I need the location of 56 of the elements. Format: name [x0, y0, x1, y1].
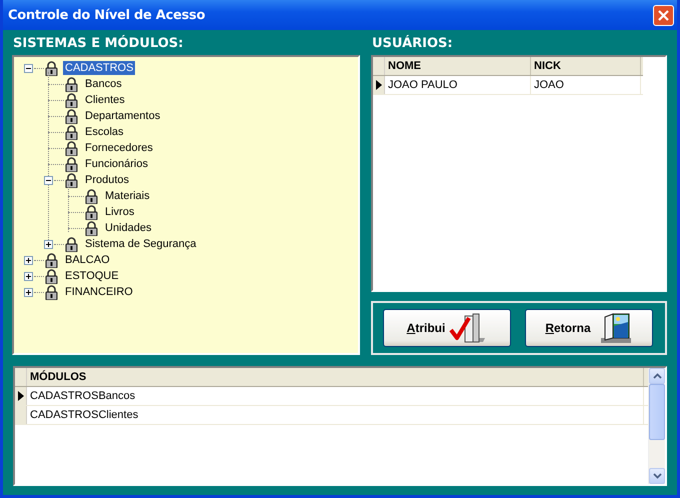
tree-item[interactable]: Unidades	[103, 221, 154, 235]
scrollbar[interactable]	[648, 368, 665, 484]
padlock-icon	[44, 60, 59, 76]
window-title: Controle do Nível de Acesso	[8, 8, 205, 22]
padlock-icon	[44, 252, 59, 268]
tree-item[interactable]: Clientes	[83, 93, 127, 107]
padlock-icon	[64, 108, 79, 124]
table-cell: CADASTROSClientes	[27, 406, 644, 424]
tree-item[interactable]: Materiais	[103, 189, 152, 203]
scroll-up-button[interactable]	[649, 368, 665, 384]
expand-icon[interactable]	[24, 256, 33, 264]
padlock-icon	[64, 140, 79, 156]
padlock-icon	[64, 172, 79, 188]
close-icon	[657, 8, 670, 22]
tree-item[interactable]: Produtos	[83, 173, 132, 187]
section-label: USUÁRIOS:	[371, 35, 454, 53]
padlock-icon	[84, 220, 99, 236]
tree-item[interactable]: FINANCEIRO	[63, 285, 135, 299]
expand-icon[interactable]	[44, 240, 53, 248]
return-button[interactable]: Retorna	[525, 309, 653, 347]
column-header[interactable]: NOME	[385, 57, 531, 75]
close-button[interactable]	[653, 4, 674, 26]
padlock-icon	[44, 284, 59, 300]
collapse-icon[interactable]	[44, 176, 53, 184]
tree-item[interactable]: ESTOQUE	[63, 269, 121, 283]
table-cell: JOAO PAULO	[385, 76, 531, 94]
padlock-icon	[44, 268, 59, 284]
table-cell: JOAO	[531, 76, 641, 94]
tree-item[interactable]: Fornecedores	[83, 141, 155, 155]
padlock-icon	[84, 204, 99, 220]
current-row-icon	[376, 80, 382, 90]
tree-item[interactable]: Funcionários	[83, 157, 150, 171]
tree-item[interactable]: Livros	[103, 205, 136, 219]
tree-item[interactable]: Escolas	[83, 125, 126, 139]
padlock-icon	[84, 188, 99, 204]
expand-icon[interactable]	[24, 288, 33, 296]
expand-icon[interactable]	[24, 272, 33, 280]
padlock-icon	[64, 92, 79, 108]
current-row-icon	[18, 391, 24, 401]
padlock-icon	[64, 156, 79, 172]
padlock-icon	[64, 76, 79, 92]
tree-item[interactable]: Bancos	[83, 77, 124, 91]
section-label: SISTEMAS E MÓDULOS:	[12, 35, 184, 53]
assign-button[interactable]: Atribui	[383, 309, 511, 347]
column-header[interactable]: NICK	[531, 57, 641, 75]
tree-item[interactable]: BALCAO	[63, 253, 112, 267]
padlock-icon	[64, 236, 79, 252]
collapse-icon[interactable]	[24, 64, 33, 72]
tree-item[interactable]: Departamentos	[83, 109, 162, 123]
scroll-thumb[interactable]	[649, 384, 665, 440]
scroll-down-button[interactable]	[649, 468, 665, 484]
padlock-icon	[64, 124, 79, 140]
tree-item[interactable]: Sistema de Segurança	[83, 237, 198, 251]
checkmark-door-icon	[447, 312, 488, 344]
tree-item[interactable]: CADASTROS	[63, 61, 136, 75]
table-cell: CADASTROSBancos	[27, 387, 644, 405]
